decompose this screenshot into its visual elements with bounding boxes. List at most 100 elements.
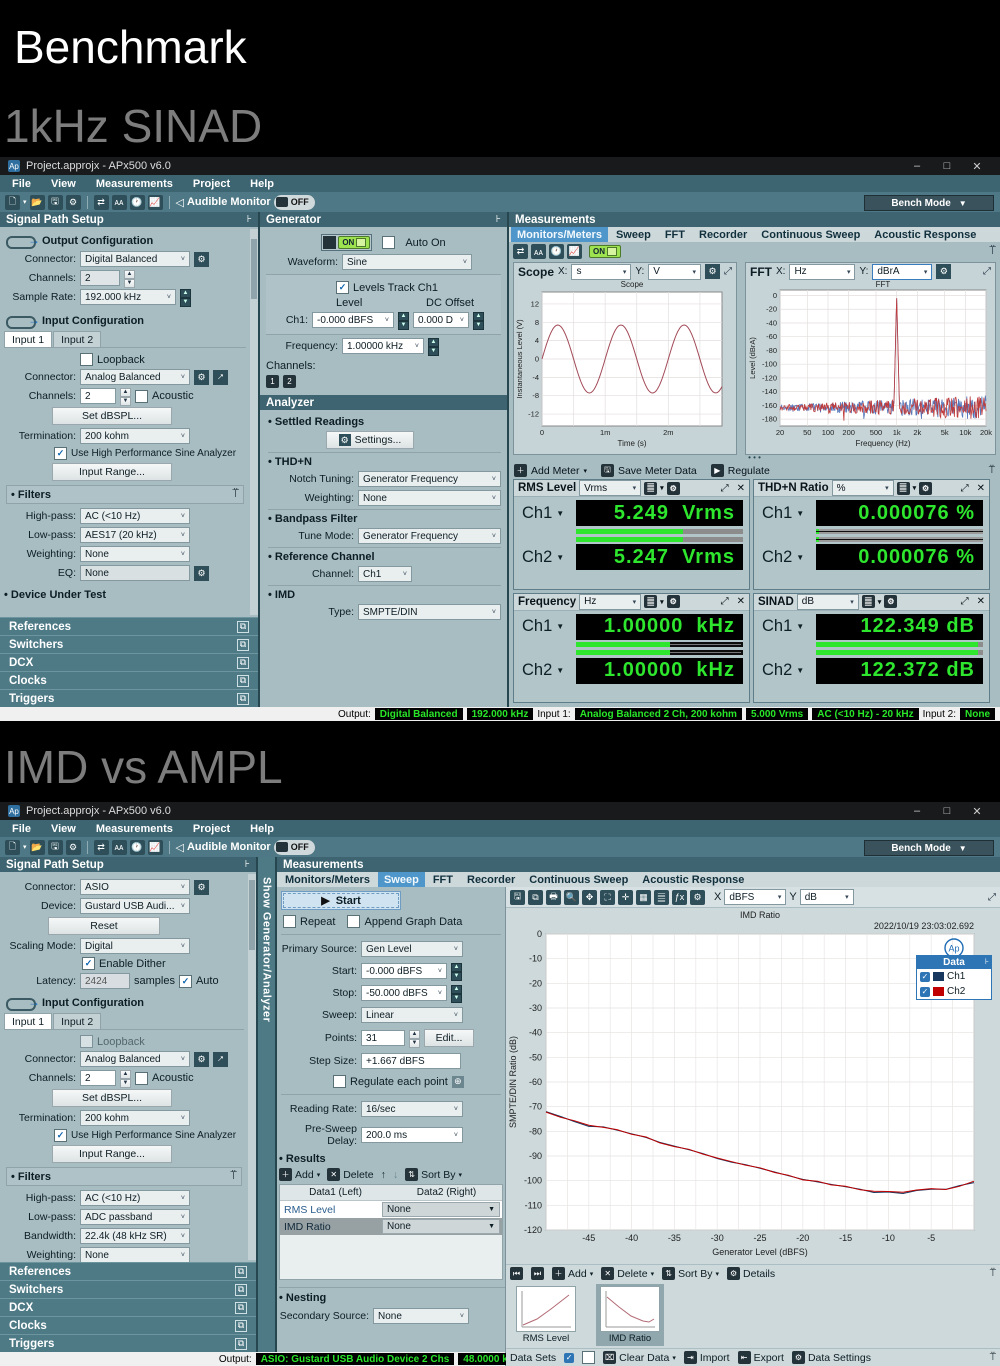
sidebar-item-triggers[interactable]: Triggers⧉ [0,1334,256,1352]
levels-track-checkbox[interactable]: ✓ [336,281,349,294]
audible-monitor-toggle[interactable]: OFF [274,840,315,855]
close-button[interactable]: ✕ [962,805,992,818]
reset-button[interactable]: Reset [48,917,160,935]
open-panel-icon[interactable]: ⧉ [237,639,249,651]
open-panel-icon[interactable]: ⧉ [237,657,249,669]
title-bar[interactable]: Ap Project.approjx - APx500 v6.0 – □ ✕ [0,157,1000,175]
weighting-select[interactable]: None˅ [80,546,190,562]
menu-measurements[interactable]: Measurements [96,823,173,835]
imd-type-select[interactable]: SMPTE/DIN˅ [358,604,501,620]
save-graph-icon[interactable]: 🖫 [510,890,525,905]
input-meter-icon[interactable]: ⭧ [213,1052,228,1067]
zoom-out-icon[interactable]: ⛶ [600,890,615,905]
graph-sortby-button[interactable]: ⇅Sort By▾ [662,1267,719,1280]
signal-monitor-icon[interactable]: 📈 [148,195,163,210]
close-button[interactable]: ✕ [962,160,992,173]
fft-expand-icon[interactable]: ⤢ [983,266,991,277]
ch2-select[interactable]: Ch2 ▼ [518,661,574,680]
signal-path-scrollbar[interactable] [250,229,258,615]
input-channels-input[interactable]: 2 [80,388,116,404]
lowpass-select[interactable]: ADC passband˅ [80,1209,190,1225]
verify-icon[interactable]: ᴀᴀ [531,244,546,259]
swap-io-icon[interactable]: ⇄ [94,840,109,855]
settings-gear-icon[interactable]: ⚙ [66,840,81,855]
clock-icon[interactable]: 🕐 [130,840,145,855]
signal-monitor-icon[interactable]: 📈 [567,244,582,259]
output-connector-select[interactable]: ASIO˅ [80,879,190,895]
fft-y-select[interactable]: dBrA▾ [872,264,932,280]
output-channels-spinner[interactable]: ▲▼ [124,270,135,286]
thumbnail-rms-level[interactable]: RMS Level [512,1284,580,1346]
highpass-select[interactable]: AC (<10 Hz)˅ [80,1190,190,1206]
sidebar-item-clocks[interactable]: Clocks⧉ [0,671,258,689]
fx-icon[interactable]: ƒx [672,890,687,905]
tab-fft[interactable]: FFT [427,872,459,887]
scope-x-select[interactable]: s▾ [571,264,631,280]
sample-rate-select[interactable]: 192.000 kHz˅ [80,289,176,305]
reading-rate-select[interactable]: 16/sec˅ [361,1101,463,1117]
autoscale-icon[interactable]: ✛ [618,890,633,905]
ch2-select[interactable]: Ch2 ▼ [758,661,814,680]
hpsa-checkbox[interactable]: ✓ [54,1129,67,1142]
minimize-button[interactable]: – [902,805,932,818]
signal-monitor-icon[interactable]: 📈 [148,840,163,855]
data-settings-button[interactable]: ⚙Data Settings [792,1351,871,1364]
result-row-rms-level[interactable]: RMS LevelNone▼ [280,1201,502,1218]
verify-icon[interactable]: ᴀᴀ [112,840,127,855]
sweep-start-spinner[interactable]: ▲▼ [451,963,462,979]
grid-icon[interactable]: ▦ [636,890,651,905]
x-units-select[interactable]: dBFS▾ [724,889,786,905]
scaling-mode-select[interactable]: Digital˅ [80,938,190,954]
new-project-icon[interactable]: 🗋 [5,195,20,210]
clock-icon[interactable]: 🕐 [130,195,145,210]
meter-bar-icon[interactable]: 𝄛 [654,890,669,905]
meter-unit-select[interactable]: dB▾ [797,594,859,610]
open-panel-icon[interactable]: ⧉ [235,1338,247,1350]
meter-bar-icon[interactable]: 𝄛 [862,595,875,608]
menu-view[interactable]: View [51,178,76,190]
start-button[interactable]: ▶Start [281,891,401,910]
ref-channel-select[interactable]: Ch1˅ [358,566,412,582]
menu-help[interactable]: Help [250,178,274,190]
output-connector-select[interactable]: Digital Balanced˅ [80,251,190,267]
bench-mode-button[interactable]: Bench Mode▼ [864,195,994,211]
ch1-level-spinner[interactable]: ▲▼ [398,312,409,328]
meter-expand-icon[interactable]: ⤢ [961,596,969,607]
menu-project[interactable]: Project [193,178,230,190]
new-project-caret-icon[interactable]: ▾ [23,198,27,206]
input-connector-select[interactable]: Analog Balanced˅ [80,1051,190,1067]
export-button[interactable]: ⇤Export [738,1351,784,1364]
tab-monitors-meters[interactable]: Monitors/Meters [511,227,608,242]
ch2-checkbox[interactable]: ✓ [920,987,930,997]
termination-select[interactable]: 200 kohm˅ [80,428,190,444]
result-row-imd-ratio[interactable]: IMD RatioNone▼ [280,1218,502,1235]
meter-expand-icon[interactable]: ⤢ [721,596,729,607]
zoom-icon[interactable]: 🔍 [564,890,579,905]
meter-gear-icon[interactable]: ⚙ [884,595,897,608]
save-icon[interactable]: 🖫 [48,195,63,210]
set-dbspl-button[interactable]: Set dBSPL... [52,1089,172,1107]
menu-project[interactable]: Project [193,823,230,835]
input-connector-select[interactable]: Analog Balanced˅ [80,369,190,385]
settled-settings-button[interactable]: ⚙Settings... [326,431,414,449]
ch1-select[interactable]: Ch1 ▼ [518,617,574,636]
dc-offset-spinner[interactable]: ▲▼ [473,312,484,328]
output-channels-input[interactable]: 2 [80,270,120,286]
meter-bar-icon[interactable]: 𝄛 [644,482,657,495]
input-connector-gear-icon[interactable]: ⚙ [194,370,209,385]
graph-expand-icon[interactable]: ⤢ [988,892,996,903]
ch1-select[interactable]: Ch1 ▼ [518,504,574,523]
title-bar[interactable]: Ap Project.approjx - APx500 v6.0 – □ ✕ [0,802,1000,820]
ch1-select[interactable]: Ch1 ▼ [758,617,814,636]
menu-help[interactable]: Help [250,823,274,835]
thdn-weighting-select[interactable]: None˅ [358,490,501,506]
signal-path-scrollbar[interactable] [248,874,256,1260]
pan-icon[interactable]: ✥ [582,890,597,905]
panel-pin-icon[interactable]: ⊦ [245,859,250,870]
move-down-button[interactable]: ↓ [393,1169,398,1181]
fft-x-select[interactable]: Hz▾ [789,264,855,280]
append-checkbox[interactable] [347,915,360,928]
meter-close-icon[interactable]: ✕ [737,596,745,607]
auto-on-checkbox[interactable] [382,236,395,249]
meter-expand-icon[interactable]: ⤢ [961,483,969,494]
